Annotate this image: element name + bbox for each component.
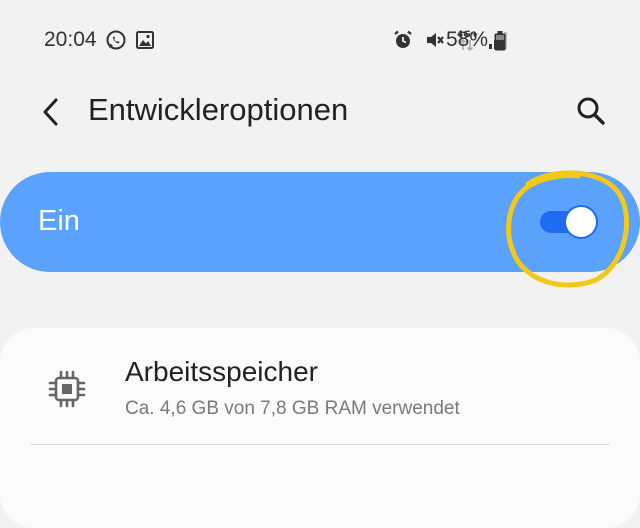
divider xyxy=(30,444,610,445)
whatsapp-icon xyxy=(105,29,127,51)
setting-subtitle: Ca. 4,6 GB von 7,8 GB RAM verwendet xyxy=(125,398,460,419)
alarm-icon xyxy=(392,29,414,51)
master-switch-bar[interactable]: Ein xyxy=(0,172,640,272)
settings-card: Arbeitsspeicher Ca. 4,6 GB von 7,8 GB RA… xyxy=(0,328,640,528)
battery-percent: 58% xyxy=(446,28,489,51)
setting-title: Arbeitsspeicher xyxy=(125,356,318,387)
status-left: 20:04 xyxy=(44,28,155,52)
battery-icon xyxy=(494,31,506,51)
setting-item-memory[interactable]: Arbeitsspeicher Ca. 4,6 GB von 7,8 GB RA… xyxy=(0,328,640,446)
search-icon xyxy=(577,97,605,125)
toggle-thumb xyxy=(566,207,596,237)
status-bar: 20:04 4G+ 58% xyxy=(0,0,640,80)
app-bar: Entwickleroptionen xyxy=(0,80,640,144)
search-button[interactable] xyxy=(574,94,608,128)
back-button[interactable] xyxy=(36,94,66,130)
master-toggle[interactable] xyxy=(540,205,598,239)
master-switch-label: Ein xyxy=(38,205,80,237)
page-title: Entwickleroptionen xyxy=(88,92,349,127)
status-time: 20:04 xyxy=(44,28,97,51)
mute-icon xyxy=(424,29,446,51)
gallery-icon xyxy=(135,30,155,50)
chip-icon xyxy=(46,368,88,410)
chevron-left-icon xyxy=(43,98,58,126)
